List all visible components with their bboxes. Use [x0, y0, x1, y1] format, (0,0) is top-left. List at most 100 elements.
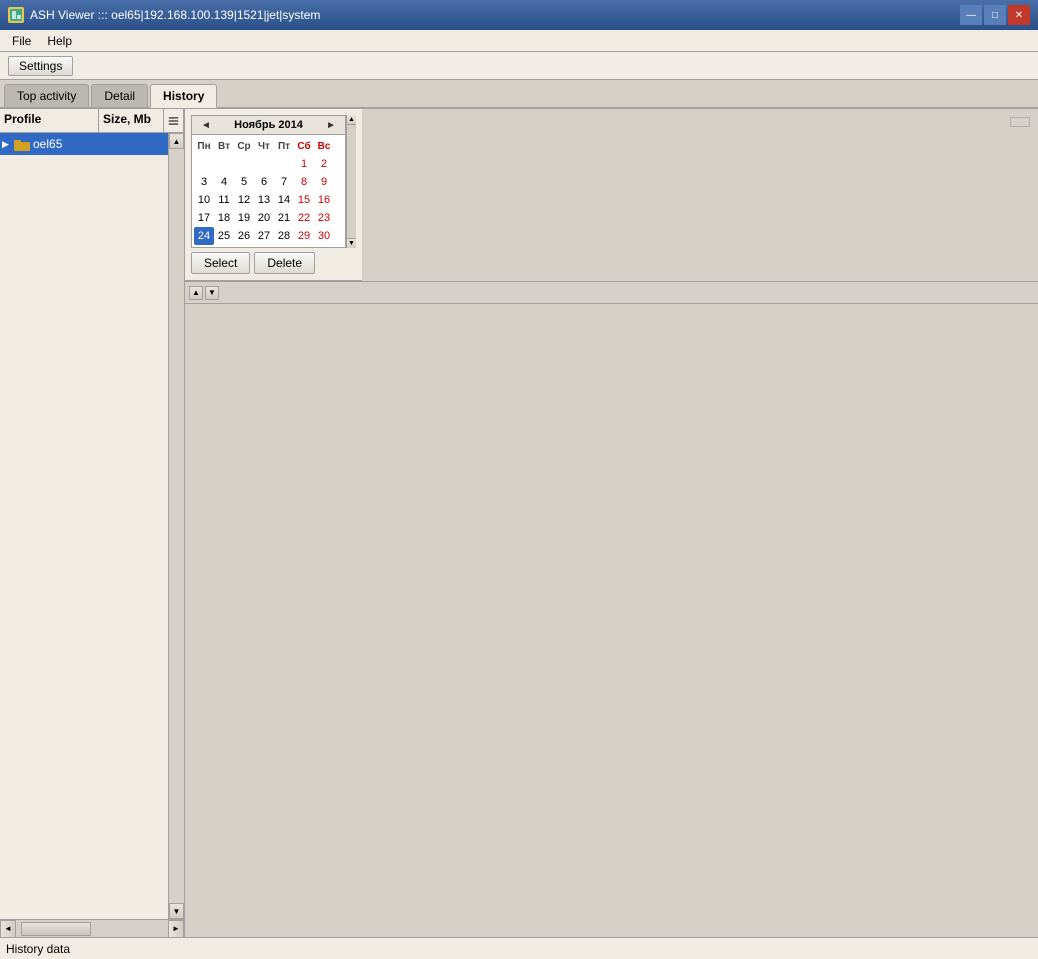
calendar-week-4: 17 18 19 20 21 22 23 — [194, 209, 343, 227]
tabs-bar: Top activity Detail History — [0, 80, 1038, 109]
day-header-thu: Чт — [254, 137, 274, 155]
app-icon — [8, 7, 24, 23]
col-profile-header: Profile — [0, 109, 99, 132]
cal-day-30[interactable]: 30 — [314, 227, 334, 245]
day-header-mon: Пн — [194, 137, 214, 155]
menu-help[interactable]: Help — [39, 32, 80, 50]
cal-day-4[interactable]: 4 — [214, 173, 234, 191]
right-panel: ◄ Ноябрь 2014 ► Пн Вт Ср Чт Пт — [185, 109, 1038, 937]
cal-day-24[interactable]: 24 — [194, 227, 214, 245]
cal-day-19[interactable]: 19 — [234, 209, 254, 227]
cal-scroll-track — [347, 125, 356, 238]
cal-day-1[interactable]: 1 — [294, 155, 314, 173]
cal-day-8[interactable]: 8 — [294, 173, 314, 191]
data-toolbar: ▲ ▼ — [185, 282, 1038, 304]
cal-day-29[interactable]: 29 — [294, 227, 314, 245]
folder-icon — [14, 137, 30, 151]
col-size-header: Size, Mb — [99, 109, 164, 132]
cal-scroll-down-btn[interactable]: ▼ — [347, 238, 356, 248]
cal-day-17[interactable]: 17 — [194, 209, 214, 227]
calendar-week-5: 24 25 26 27 28 29 30 — [194, 227, 343, 245]
day-header-wed: Ср — [234, 137, 254, 155]
calendar-week-1: 1 2 — [194, 155, 343, 173]
cal-day-empty — [254, 155, 274, 173]
calendar-day-headers: Пн Вт Ср Чт Пт Сб Вс — [194, 137, 343, 155]
left-panel-header: Profile Size, Mb — [0, 109, 184, 133]
menu-file[interactable]: File — [4, 32, 39, 50]
left-panel-scrollbar[interactable]: ▲ ▼ — [168, 133, 184, 919]
title-bar-controls: — □ ✕ — [960, 5, 1030, 25]
cal-day-16[interactable]: 16 — [314, 191, 334, 209]
main-content: Profile Size, Mb ▶ oel65 — [0, 109, 1038, 937]
cal-day-12[interactable]: 12 — [234, 191, 254, 209]
cal-day-25[interactable]: 25 — [214, 227, 234, 245]
cal-day-9[interactable]: 9 — [314, 173, 334, 191]
data-down-button[interactable]: ▼ — [205, 286, 219, 300]
scroll-down-button[interactable]: ▼ — [169, 903, 184, 919]
calendar-next-button[interactable]: ► — [323, 120, 339, 131]
calendar-grid: Пн Вт Ср Чт Пт Сб Вс — [192, 135, 345, 247]
tree-item-label: oel65 — [33, 137, 62, 151]
settings-button[interactable]: Settings — [8, 56, 73, 76]
cal-day-2[interactable]: 2 — [314, 155, 334, 173]
calendar-week-3: 10 11 12 13 14 15 16 — [194, 191, 343, 209]
calendar-right-scrollbar[interactable]: ▲ ▼ — [346, 115, 356, 248]
scroll-track — [169, 149, 184, 903]
left-panel-content: ▶ oel65 ▲ ▼ — [0, 133, 184, 919]
data-area — [185, 304, 1038, 937]
cal-day-27[interactable]: 27 — [254, 227, 274, 245]
right-top-section: ◄ Ноябрь 2014 ► Пн Вт Ср Чт Пт — [185, 109, 1038, 282]
calendar-week-2: 3 4 5 6 7 8 9 — [194, 173, 343, 191]
day-header-fri: Пт — [274, 137, 294, 155]
scroll-h-thumb[interactable] — [21, 922, 91, 936]
cal-day-28[interactable]: 28 — [274, 227, 294, 245]
select-button[interactable]: Select — [191, 252, 250, 274]
cal-day-11[interactable]: 11 — [214, 191, 234, 209]
status-bar: History data — [0, 937, 1038, 959]
cal-day-13[interactable]: 13 — [254, 191, 274, 209]
cal-day-3[interactable]: 3 — [194, 173, 214, 191]
calendar: ◄ Ноябрь 2014 ► Пн Вт Ср Чт Пт — [191, 115, 346, 248]
left-panel-h-scrollbar: ◄ ► — [0, 919, 184, 937]
tab-top-activity[interactable]: Top activity — [4, 84, 89, 107]
minimize-button[interactable]: — — [960, 5, 982, 25]
tree-arrow-icon: ▶ — [2, 139, 14, 150]
scroll-up-button[interactable]: ▲ — [169, 133, 184, 149]
cal-day-22[interactable]: 22 — [294, 209, 314, 227]
scroll-right-button[interactable]: ► — [168, 920, 184, 938]
close-button[interactable]: ✕ — [1008, 5, 1030, 25]
tab-history[interactable]: History — [150, 84, 217, 108]
cal-day-empty — [274, 155, 294, 173]
day-header-sat: Сб — [294, 137, 314, 155]
cal-day-18[interactable]: 18 — [214, 209, 234, 227]
data-up-button[interactable]: ▲ — [189, 286, 203, 300]
window-title: ASH Viewer ::: oel65|192.168.100.139|152… — [30, 8, 320, 22]
cal-scroll-up-btn[interactable]: ▲ — [347, 115, 356, 125]
cal-day-5[interactable]: 5 — [234, 173, 254, 191]
menu-bar: File Help — [0, 30, 1038, 52]
cal-day-6[interactable]: 6 — [254, 173, 274, 191]
calendar-header: ◄ Ноябрь 2014 ► — [192, 116, 345, 135]
cal-day-20[interactable]: 20 — [254, 209, 274, 227]
scroll-h-track — [16, 920, 168, 937]
calendar-container: ◄ Ноябрь 2014 ► Пн Вт Ср Чт Пт — [185, 109, 362, 281]
table-options-icon — [168, 114, 179, 128]
calendar-prev-button[interactable]: ◄ — [198, 120, 214, 131]
calendar-month-year: Ноябрь 2014 — [234, 119, 303, 131]
cal-day-26[interactable]: 26 — [234, 227, 254, 245]
maximize-button[interactable]: □ — [984, 5, 1006, 25]
col-icon-header[interactable] — [164, 109, 184, 132]
cal-day-7[interactable]: 7 — [274, 173, 294, 191]
day-header-sun: Вс — [314, 137, 334, 155]
h-scroll-indicator — [1010, 117, 1030, 127]
toolbar: Settings — [0, 52, 1038, 80]
tree-row-oel65[interactable]: ▶ oel65 — [0, 133, 184, 155]
cal-day-15[interactable]: 15 — [294, 191, 314, 209]
cal-day-21[interactable]: 21 — [274, 209, 294, 227]
tab-detail[interactable]: Detail — [91, 84, 148, 107]
cal-day-23[interactable]: 23 — [314, 209, 334, 227]
cal-day-14[interactable]: 14 — [274, 191, 294, 209]
delete-button[interactable]: Delete — [254, 252, 315, 274]
scroll-left-button[interactable]: ◄ — [0, 920, 16, 938]
cal-day-10[interactable]: 10 — [194, 191, 214, 209]
